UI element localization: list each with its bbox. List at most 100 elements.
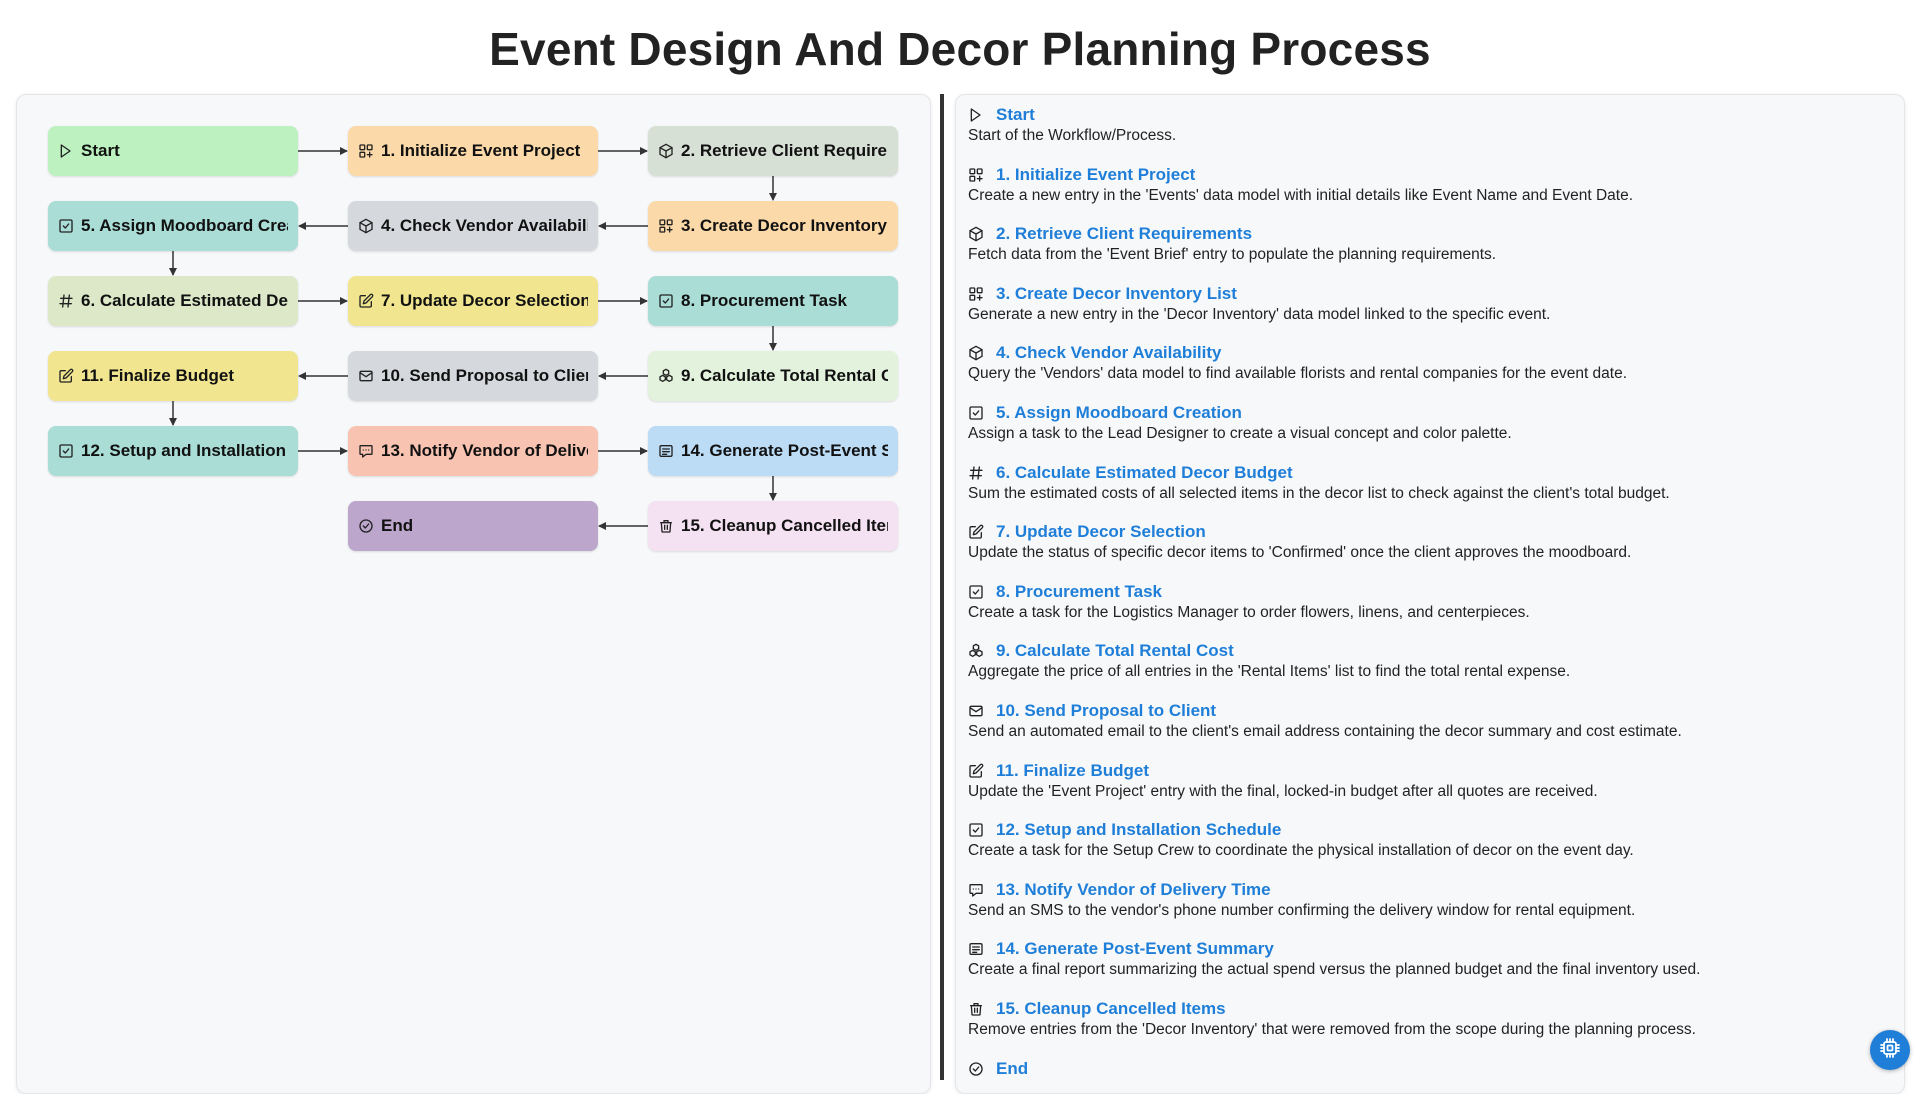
node-end[interactable]: End <box>348 501 598 551</box>
node-n14[interactable]: 14. Generate Post-Event Su <box>648 426 898 476</box>
check-circle-icon <box>358 518 374 534</box>
node-label: 14. Generate Post-Event Su <box>681 441 888 460</box>
page-title: Event Design And Decor Planning Process <box>489 23 1431 75</box>
node-label: 8. Procurement Task <box>681 291 847 310</box>
node-label: 7. Update Decor Selection <box>381 291 588 310</box>
check-circle-icon <box>968 1061 984 1077</box>
node-n13[interactable]: 13. Notify Vendor of Deliver <box>348 426 598 476</box>
message-icon <box>968 882 984 898</box>
step-item: 5. Assign Moodboard Creation Assign a tas… <box>968 403 1888 443</box>
step-title-link[interactable]: 1. Initialize Event Project <box>996 165 1195 185</box>
step-description: Send an SMS to the vendor's phone number… <box>968 901 1636 919</box>
step-title-link[interactable]: 10. Send Proposal to Client <box>996 701 1216 721</box>
node-label: 9. Calculate Total Rental Cc <box>681 366 888 385</box>
checkbox-icon <box>968 405 984 421</box>
step-description: Send an automated email to the client's … <box>968 723 1682 740</box>
cube-icon <box>968 226 984 242</box>
node-label: 3. Create Decor Inventory L <box>681 216 888 235</box>
edit-icon <box>358 293 374 309</box>
step-item: 1. Initialize Event Project Create a new … <box>968 165 1888 205</box>
step-item: 15. Cleanup Cancelled Items Remove entrie… <box>968 999 1888 1039</box>
node-label: Start <box>81 141 120 160</box>
node-n9[interactable]: 9. Calculate Total Rental Cc <box>648 351 898 401</box>
step-title-link[interactable]: 3. Create Decor Inventory List <box>996 284 1237 304</box>
message-icon <box>358 443 374 459</box>
node-label: 13. Notify Vendor of Deliver <box>381 441 588 460</box>
node-label: 2. Retrieve Client Requirem <box>681 141 888 160</box>
checkbox-icon <box>968 584 984 600</box>
step-item: 10. Send Proposal to Client Send an autom… <box>968 701 1888 741</box>
panel-divider[interactable] <box>940 94 944 1080</box>
node-label: End <box>381 516 414 535</box>
report-icon <box>968 941 984 957</box>
step-item: Start Start of the Workflow/Process. <box>968 105 1888 145</box>
step-description: Create a final report summarizing the ac… <box>968 961 1701 979</box>
step-description: Fetch data from the 'Event Brief' entry … <box>968 246 1497 264</box>
node-n8[interactable]: 8. Procurement Task <box>648 276 898 326</box>
node-label: 6. Calculate Estimated Dec <box>81 291 288 310</box>
step-title-link[interactable]: 15. Cleanup Cancelled Items <box>996 999 1226 1019</box>
grid-plus-icon <box>968 286 984 302</box>
node-start[interactable]: Start <box>48 126 298 176</box>
play-icon <box>968 107 984 123</box>
step-title-link[interactable]: 6. Calculate Estimated Decor Budget <box>996 463 1293 483</box>
node-n4[interactable]: 4. Check Vendor Availabilit <box>348 201 598 251</box>
cube-icon <box>968 345 984 361</box>
checkbox-icon <box>658 293 674 309</box>
grid-plus-icon <box>658 218 674 234</box>
step-title-link[interactable]: 13. Notify Vendor of Delivery Time <box>996 880 1271 900</box>
edit-icon <box>968 763 984 779</box>
step-item: 8. Procurement Task Create a task for the… <box>968 582 1888 622</box>
step-description: Create a task for the Logistics Manager … <box>968 603 1530 621</box>
step-description: Update the 'Event Project' entry with th… <box>968 782 1598 800</box>
step-title-link[interactable]: 12. Setup and Installation Schedule <box>996 820 1281 840</box>
chip-icon <box>1878 1036 1902 1065</box>
step-title-link[interactable]: 8. Procurement Task <box>996 582 1162 602</box>
node-n10[interactable]: 10. Send Proposal to Client <box>348 351 598 401</box>
step-title-link[interactable]: 14. Generate Post-Event Summary <box>996 939 1274 959</box>
report-icon <box>658 443 674 459</box>
step-description: Assign a task to the Lead Designer to cr… <box>968 425 1512 442</box>
step-item: 14. Generate Post-Event Summary Create a … <box>968 939 1888 979</box>
node-n2[interactable]: 2. Retrieve Client Requirem <box>648 126 898 176</box>
step-description: Generate a new entry in the 'Decor Inven… <box>968 305 1551 323</box>
diagram-panel: Start 1. Initialize Event Project 2. Retri… <box>16 94 931 1094</box>
edit-icon <box>58 368 74 384</box>
node-label: 10. Send Proposal to Client <box>381 366 588 385</box>
step-title-link[interactable]: 7. Update Decor Selection <box>996 522 1206 542</box>
node-label: 11. Finalize Budget <box>81 366 235 385</box>
node-label: 12. Setup and Installation S <box>81 441 288 460</box>
cube-icon <box>358 218 374 234</box>
node-label: 1. Initialize Event Project <box>381 141 581 160</box>
grid-plus-icon <box>358 143 374 159</box>
node-n6[interactable]: 6. Calculate Estimated Dec <box>48 276 298 326</box>
step-description: Create a task for the Setup Crew to coor… <box>968 842 1634 860</box>
step-title-link[interactable]: 2. Retrieve Client Requirements <box>996 224 1252 244</box>
step-title-link[interactable]: 11. Finalize Budget <box>996 761 1149 781</box>
hash-icon <box>58 293 74 309</box>
node-label: 15. Cleanup Cancelled Item <box>681 516 888 535</box>
node-label: 5. Assign Moodboard Creat <box>81 216 288 235</box>
mail-icon <box>968 703 984 719</box>
node-label: 4. Check Vendor Availabilit <box>381 216 588 235</box>
step-item: 11. Finalize Budget Update the 'Event Pro… <box>968 761 1888 801</box>
step-title-link[interactable]: 9. Calculate Total Rental Cost <box>996 641 1234 661</box>
step-title-link[interactable]: 5. Assign Moodboard Creation <box>996 403 1242 423</box>
node-n1[interactable]: 1. Initialize Event Project <box>348 126 598 176</box>
step-item: 13. Notify Vendor of Delivery Time Send a… <box>968 880 1888 920</box>
step-title-link[interactable]: 4. Check Vendor Availability <box>996 343 1222 363</box>
step-description: Create a new entry in the 'Events' data … <box>968 186 1634 204</box>
node-n3[interactable]: 3. Create Decor Inventory L <box>648 201 898 251</box>
assistant-button[interactable] <box>1870 1030 1910 1070</box>
cubes-icon <box>968 643 984 659</box>
node-n7[interactable]: 7. Update Decor Selection <box>348 276 598 326</box>
step-title-link[interactable]: End <box>996 1059 1028 1079</box>
edit-icon <box>968 524 984 540</box>
node-n15[interactable]: 15. Cleanup Cancelled Item <box>648 501 898 551</box>
step-title-link[interactable]: Start <box>996 105 1035 125</box>
node-n5[interactable]: 5. Assign Moodboard Creat <box>48 201 298 251</box>
step-item: 2. Retrieve Client Requirements Fetch dat… <box>968 224 1888 264</box>
steps-panel: Start Start of the Workflow/Process. 1. In… <box>955 94 1905 1094</box>
node-n11[interactable]: 11. Finalize Budget <box>48 351 298 401</box>
node-n12[interactable]: 12. Setup and Installation S <box>48 426 298 476</box>
